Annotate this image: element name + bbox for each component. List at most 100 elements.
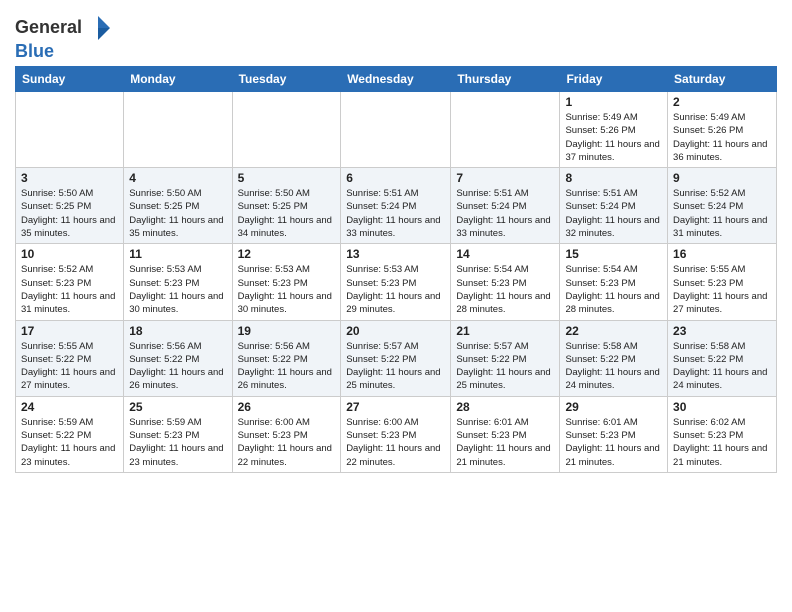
- day-number: 6: [346, 171, 445, 185]
- day-info: Sunrise: 5:50 AMSunset: 5:25 PMDaylight:…: [238, 187, 336, 240]
- day-info: Sunrise: 5:58 AMSunset: 5:22 PMDaylight:…: [565, 340, 662, 393]
- calendar: SundayMondayTuesdayWednesdayThursdayFrid…: [15, 66, 777, 473]
- weekday-header-saturday: Saturday: [668, 67, 777, 92]
- day-info: Sunrise: 5:56 AMSunset: 5:22 PMDaylight:…: [129, 340, 226, 393]
- day-info: Sunrise: 5:54 AMSunset: 5:23 PMDaylight:…: [565, 263, 662, 316]
- day-info: Sunrise: 5:50 AMSunset: 5:25 PMDaylight:…: [21, 187, 118, 240]
- day-cell: 10 Sunrise: 5:52 AMSunset: 5:23 PMDayligh…: [16, 244, 124, 320]
- day-cell: 22Sunrise: 5:58 AMSunset: 5:22 PMDayligh…: [560, 320, 668, 396]
- day-info: Sunrise: 5:51 AMSunset: 5:24 PMDaylight:…: [565, 187, 662, 240]
- day-cell: 21 Sunrise: 5:57 AMSunset: 5:22 PMDayligh…: [451, 320, 560, 396]
- day-number: 11: [129, 247, 226, 261]
- day-cell: 29 Sunrise: 6:01 AMSunset: 5:23 PMDayligh…: [560, 396, 668, 472]
- day-number: 18: [129, 324, 226, 338]
- day-info: Sunrise: 6:01 AMSunset: 5:23 PMDaylight:…: [565, 416, 662, 469]
- day-cell: 9 Sunrise: 5:52 AMSunset: 5:24 PMDaylight…: [668, 168, 777, 244]
- day-cell: 2 Sunrise: 5:49 AMSunset: 5:26 PMDaylight…: [668, 92, 777, 168]
- day-number: 8: [565, 171, 662, 185]
- day-cell: 20 Sunrise: 5:57 AMSunset: 5:22 PMDayligh…: [341, 320, 451, 396]
- day-number: 4: [129, 171, 226, 185]
- weekday-header-wednesday: Wednesday: [341, 67, 451, 92]
- weekday-header-thursday: Thursday: [451, 67, 560, 92]
- page: General Blue SundayMondayTuesdayWednesda…: [0, 0, 792, 612]
- day-number: 19: [238, 324, 336, 338]
- day-number: 24: [21, 400, 118, 414]
- day-cell: 3 Sunrise: 5:50 AMSunset: 5:25 PMDaylight…: [16, 168, 124, 244]
- day-cell: 27 Sunrise: 6:00 AMSunset: 5:23 PMDayligh…: [341, 396, 451, 472]
- day-info: Sunrise: 5:53 AMSunset: 5:23 PMDaylight:…: [238, 263, 336, 316]
- day-info: Sunrise: 5:59 AMSunset: 5:23 PMDaylight:…: [129, 416, 226, 469]
- weekday-header-tuesday: Tuesday: [232, 67, 341, 92]
- day-number: 2: [673, 95, 771, 109]
- day-cell: 7 Sunrise: 5:51 AMSunset: 5:24 PMDaylight…: [451, 168, 560, 244]
- day-info: Sunrise: 5:55 AMSunset: 5:22 PMDaylight:…: [21, 340, 118, 393]
- day-number: 12: [238, 247, 336, 261]
- day-info: Sunrise: 5:51 AMSunset: 5:24 PMDaylight:…: [346, 187, 445, 240]
- logo: General Blue: [15, 14, 112, 62]
- day-cell: 18 Sunrise: 5:56 AMSunset: 5:22 PMDayligh…: [124, 320, 232, 396]
- day-info: Sunrise: 5:58 AMSunset: 5:22 PMDaylight:…: [673, 340, 771, 393]
- day-cell: 23Sunrise: 5:58 AMSunset: 5:22 PMDayligh…: [668, 320, 777, 396]
- day-number: 3: [21, 171, 118, 185]
- day-info: Sunrise: 5:51 AMSunset: 5:24 PMDaylight:…: [456, 187, 554, 240]
- day-info: Sunrise: 5:57 AMSunset: 5:22 PMDaylight:…: [346, 340, 445, 393]
- day-number: 10: [21, 247, 118, 261]
- day-info: Sunrise: 5:53 AMSunset: 5:23 PMDaylight:…: [129, 263, 226, 316]
- weekday-header-monday: Monday: [124, 67, 232, 92]
- week-row-2: 3 Sunrise: 5:50 AMSunset: 5:25 PMDaylight…: [16, 168, 777, 244]
- day-cell: 16Sunrise: 5:55 AMSunset: 5:23 PMDayligh…: [668, 244, 777, 320]
- logo-general: General: [15, 18, 82, 38]
- week-row-5: 24 Sunrise: 5:59 AMSunset: 5:22 PMDayligh…: [16, 396, 777, 472]
- day-number: 29: [565, 400, 662, 414]
- day-number: 13: [346, 247, 445, 261]
- day-cell: [341, 92, 451, 168]
- day-number: 27: [346, 400, 445, 414]
- week-row-1: 1Sunrise: 5:49 AMSunset: 5:26 PMDaylight…: [16, 92, 777, 168]
- day-info: Sunrise: 5:49 AMSunset: 5:26 PMDaylight:…: [673, 111, 771, 164]
- day-info: Sunrise: 5:52 AMSunset: 5:23 PMDaylight:…: [21, 263, 118, 316]
- day-number: 28: [456, 400, 554, 414]
- day-number: 5: [238, 171, 336, 185]
- day-cell: 15 Sunrise: 5:54 AMSunset: 5:23 PMDayligh…: [560, 244, 668, 320]
- weekday-header-friday: Friday: [560, 67, 668, 92]
- day-number: 20: [346, 324, 445, 338]
- day-info: Sunrise: 5:53 AMSunset: 5:23 PMDaylight:…: [346, 263, 445, 316]
- weekday-header-sunday: Sunday: [16, 67, 124, 92]
- day-cell: [16, 92, 124, 168]
- day-info: Sunrise: 5:57 AMSunset: 5:22 PMDaylight:…: [456, 340, 554, 393]
- day-cell: 5 Sunrise: 5:50 AMSunset: 5:25 PMDaylight…: [232, 168, 341, 244]
- day-number: 15: [565, 247, 662, 261]
- logo-flag-icon: [84, 14, 112, 42]
- day-number: 30: [673, 400, 771, 414]
- day-number: 21: [456, 324, 554, 338]
- day-cell: [232, 92, 341, 168]
- day-number: 17: [21, 324, 118, 338]
- day-number: 9: [673, 171, 771, 185]
- day-cell: 8 Sunrise: 5:51 AMSunset: 5:24 PMDaylight…: [560, 168, 668, 244]
- day-cell: 1Sunrise: 5:49 AMSunset: 5:26 PMDaylight…: [560, 92, 668, 168]
- day-number: 14: [456, 247, 554, 261]
- day-cell: 28 Sunrise: 6:01 AMSunset: 5:23 PMDayligh…: [451, 396, 560, 472]
- day-cell: [451, 92, 560, 168]
- day-cell: 13 Sunrise: 5:53 AMSunset: 5:23 PMDayligh…: [341, 244, 451, 320]
- day-cell: 19Sunrise: 5:56 AMSunset: 5:22 PMDayligh…: [232, 320, 341, 396]
- week-row-4: 17 Sunrise: 5:55 AMSunset: 5:22 PMDayligh…: [16, 320, 777, 396]
- day-cell: [124, 92, 232, 168]
- day-cell: 17 Sunrise: 5:55 AMSunset: 5:22 PMDayligh…: [16, 320, 124, 396]
- day-cell: 11 Sunrise: 5:53 AMSunset: 5:23 PMDayligh…: [124, 244, 232, 320]
- day-cell: 25 Sunrise: 5:59 AMSunset: 5:23 PMDayligh…: [124, 396, 232, 472]
- day-cell: 4Sunrise: 5:50 AMSunset: 5:25 PMDaylight…: [124, 168, 232, 244]
- day-info: Sunrise: 6:00 AMSunset: 5:23 PMDaylight:…: [238, 416, 336, 469]
- header: General Blue: [15, 10, 777, 62]
- day-info: Sunrise: 5:59 AMSunset: 5:22 PMDaylight:…: [21, 416, 118, 469]
- day-cell: 12 Sunrise: 5:53 AMSunset: 5:23 PMDayligh…: [232, 244, 341, 320]
- day-info: Sunrise: 5:54 AMSunset: 5:23 PMDaylight:…: [456, 263, 554, 316]
- day-info: Sunrise: 6:01 AMSunset: 5:23 PMDaylight:…: [456, 416, 554, 469]
- day-info: Sunrise: 6:00 AMSunset: 5:23 PMDaylight:…: [346, 416, 445, 469]
- day-number: 7: [456, 171, 554, 185]
- day-number: 25: [129, 400, 226, 414]
- day-info: Sunrise: 5:52 AMSunset: 5:24 PMDaylight:…: [673, 187, 771, 240]
- logo-blue: Blue: [15, 41, 54, 61]
- day-cell: 30Sunrise: 6:02 AMSunset: 5:23 PMDayligh…: [668, 396, 777, 472]
- day-info: Sunrise: 5:49 AMSunset: 5:26 PMDaylight:…: [565, 111, 662, 164]
